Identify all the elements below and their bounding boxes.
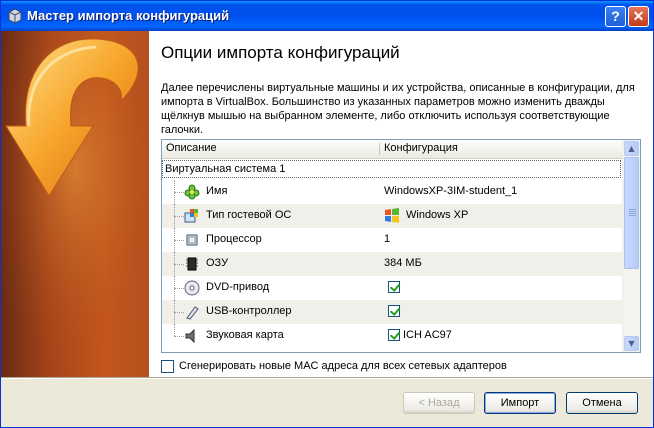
dvd-checkbox[interactable] xyxy=(388,281,400,293)
tree-line xyxy=(174,192,184,193)
tree-line xyxy=(174,264,184,265)
row-value[interactable]: 384 МБ xyxy=(384,257,422,269)
close-icon: ✕ xyxy=(632,8,645,24)
scroll-thumb[interactable] xyxy=(624,157,639,269)
back-button[interactable]: < Назад xyxy=(403,392,475,414)
table-row-os-type[interactable]: Тип гостевой ОС Windows XP xyxy=(162,204,622,228)
title-bar[interactable]: Мастер импорта конфигураций ? ✕ xyxy=(1,1,653,31)
tree-line xyxy=(174,324,176,336)
close-button[interactable]: ✕ xyxy=(628,6,649,27)
table-scrollbar[interactable]: ▲ ▼ xyxy=(622,140,640,352)
tree-line xyxy=(174,312,184,313)
grip-line xyxy=(629,209,636,210)
tree-line xyxy=(174,240,184,241)
table-row-sound[interactable]: Звуковая карта ICH AC97 xyxy=(162,324,622,348)
help-icon: ? xyxy=(611,8,620,24)
import-button[interactable]: Импорт xyxy=(484,392,556,414)
column-separator[interactable] xyxy=(379,143,380,155)
column-header-configuration[interactable]: Конфигурация xyxy=(384,142,458,154)
table-row-ram[interactable]: ОЗУ 384 МБ xyxy=(162,252,622,276)
footer-divider-highlight xyxy=(1,378,653,379)
scroll-up-button[interactable]: ▲ xyxy=(624,141,639,156)
os-type-icon xyxy=(184,209,198,223)
column-header-description[interactable]: Описание xyxy=(166,142,217,154)
sound-card-icon xyxy=(185,328,195,344)
row-label: DVD-привод xyxy=(206,281,270,293)
page-title: Опции импорта конфигураций xyxy=(161,43,400,62)
row-label: Имя xyxy=(206,185,228,197)
chevron-up-icon: ▲ xyxy=(628,144,635,153)
row-value[interactable]: 1 xyxy=(384,233,390,245)
windows-logo-icon xyxy=(385,208,399,223)
import-wizard-window: Мастер импорта конфигураций ? ✕ Опции им… xyxy=(0,0,654,428)
mac-address-checkbox[interactable] xyxy=(161,360,174,373)
sound-card-checkbox[interactable] xyxy=(388,329,400,341)
name-icon xyxy=(184,184,200,200)
table-row-usb[interactable]: USB-контроллер xyxy=(162,300,622,324)
wizard-side-image xyxy=(1,31,149,377)
ram-icon xyxy=(186,257,198,271)
mac-address-label[interactable]: Сгенерировать новые MAC адреса для всех … xyxy=(179,360,507,372)
chevron-down-icon: ▼ xyxy=(628,339,635,348)
row-value[interactable]: ICH AC97 xyxy=(403,329,452,341)
row-value[interactable]: Windows XP xyxy=(406,209,468,221)
table-row-cpu[interactable]: Процессор 1 xyxy=(162,228,622,252)
tree-line xyxy=(174,288,184,289)
row-label: Звуковая карта xyxy=(206,329,284,341)
tree-line xyxy=(174,216,184,217)
wizard-content: Опции импорта конфигураций Далее перечис… xyxy=(149,31,653,377)
tree-line xyxy=(174,336,184,337)
scroll-down-button[interactable]: ▼ xyxy=(624,336,639,351)
row-label: Процессор xyxy=(206,233,262,245)
virtual-system-group[interactable]: Виртуальная система 1 xyxy=(162,160,621,178)
table-row-name[interactable]: Имя WindowsXP-3IM-student_1 xyxy=(162,180,622,204)
row-label: Тип гостевой ОС xyxy=(206,209,292,221)
virtual-system-label: Виртуальная система 1 xyxy=(165,163,286,175)
cancel-button[interactable]: Отмена xyxy=(566,392,638,414)
row-label: USB-контроллер xyxy=(206,305,292,317)
virtualbox-app-icon xyxy=(8,8,22,24)
grip-line xyxy=(629,213,636,214)
table-header: Описание Конфигурация xyxy=(162,140,622,159)
table-row-dvd[interactable]: DVD-привод xyxy=(162,276,622,300)
grip-line xyxy=(629,215,636,216)
cpu-icon xyxy=(186,234,198,246)
help-button[interactable]: ? xyxy=(605,6,626,27)
page-description: Далее перечислены виртуальные машины и и… xyxy=(161,82,635,136)
appliance-settings-table[interactable]: Описание Конфигурация Виртуальная систем… xyxy=(161,139,641,353)
dvd-icon xyxy=(184,280,200,296)
window-title: Мастер импорта конфигураций xyxy=(27,8,230,23)
row-value[interactable]: WindowsXP-3IM-student_1 xyxy=(384,185,517,197)
usb-checkbox[interactable] xyxy=(388,305,400,317)
import-arrow-icon xyxy=(1,31,149,377)
usb-icon xyxy=(186,306,199,320)
grip-line xyxy=(629,211,636,212)
row-label: ОЗУ xyxy=(206,257,229,269)
